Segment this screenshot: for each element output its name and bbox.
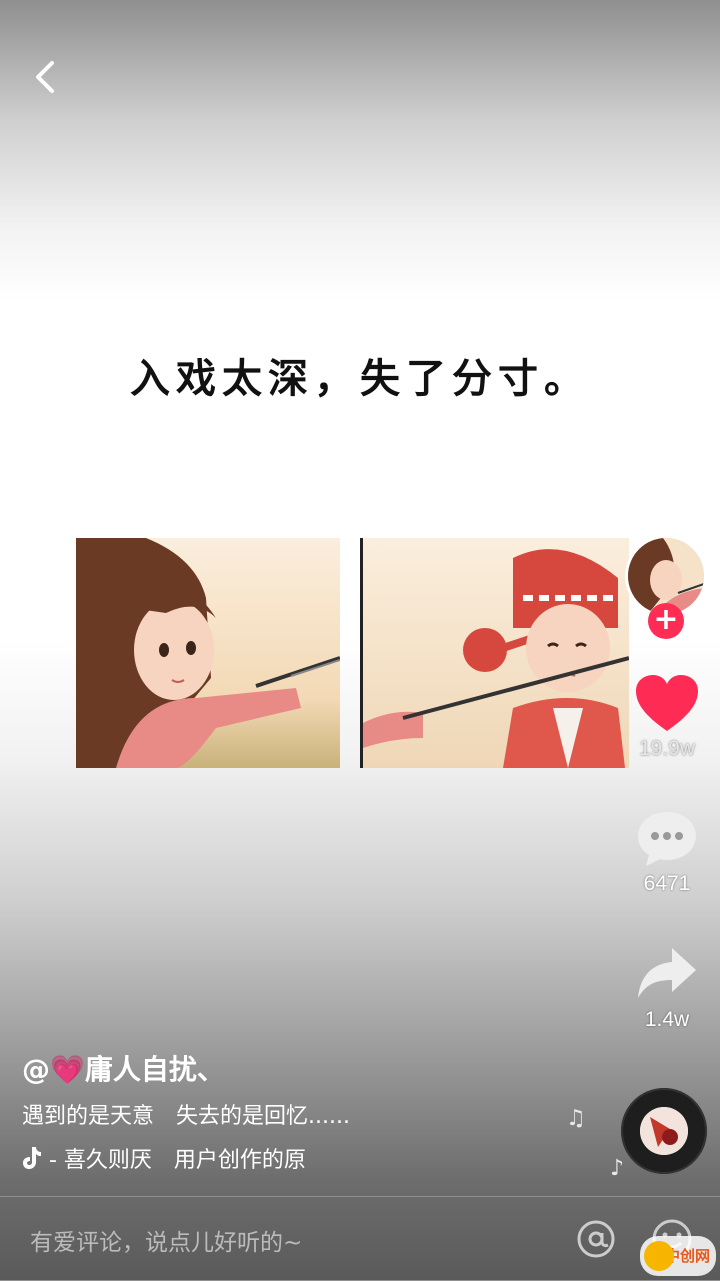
watermark-logo: 中创网 [640,1236,716,1276]
heart-icon [636,675,698,731]
post-description: 遇到的是天意 失去的是回忆...... [22,1104,350,1129]
author-avatar[interactable]: + [625,535,707,639]
comment-count: 6471 [643,872,691,895]
comment-button[interactable]: 6471 [622,808,712,896]
music-disc[interactable] [621,1088,707,1174]
back-button[interactable] [20,50,70,104]
speech-bubble-icon [638,812,696,866]
chevron-left-icon [36,61,54,93]
music-note-icon: ♫ [566,1106,586,1131]
like-count: 19.9w [638,737,696,760]
comment-bar: 有爱评论，说点儿好听的~ [0,1196,720,1281]
music-note-icon: ♪ [610,1156,625,1181]
share-button[interactable]: 1.4w [622,944,712,1032]
like-button[interactable]: 19.9w [622,673,712,761]
illustration-panel-right [360,538,629,768]
illustration-panel-left [76,538,340,768]
video-caption: 入戏太深，失了分寸。 [130,355,590,402]
at-icon[interactable] [574,1217,618,1261]
share-arrow-icon [638,948,696,998]
comment-input[interactable]: 有爱评论，说点儿好听的~ [30,1223,302,1257]
follow-button[interactable]: + [648,603,684,639]
share-count: 1.4w [644,1008,690,1031]
film-reel-icon [644,1241,674,1271]
music-title: - 喜久则厌 用户创作的原 [42,1148,306,1173]
post-username[interactable]: @💗庸人自扰、 [22,1048,225,1088]
music-marquee[interactable]: - 喜久则厌 用户创作的原 [22,1142,382,1174]
tiktok-note-icon [23,1147,41,1169]
disc-cover [640,1107,688,1155]
